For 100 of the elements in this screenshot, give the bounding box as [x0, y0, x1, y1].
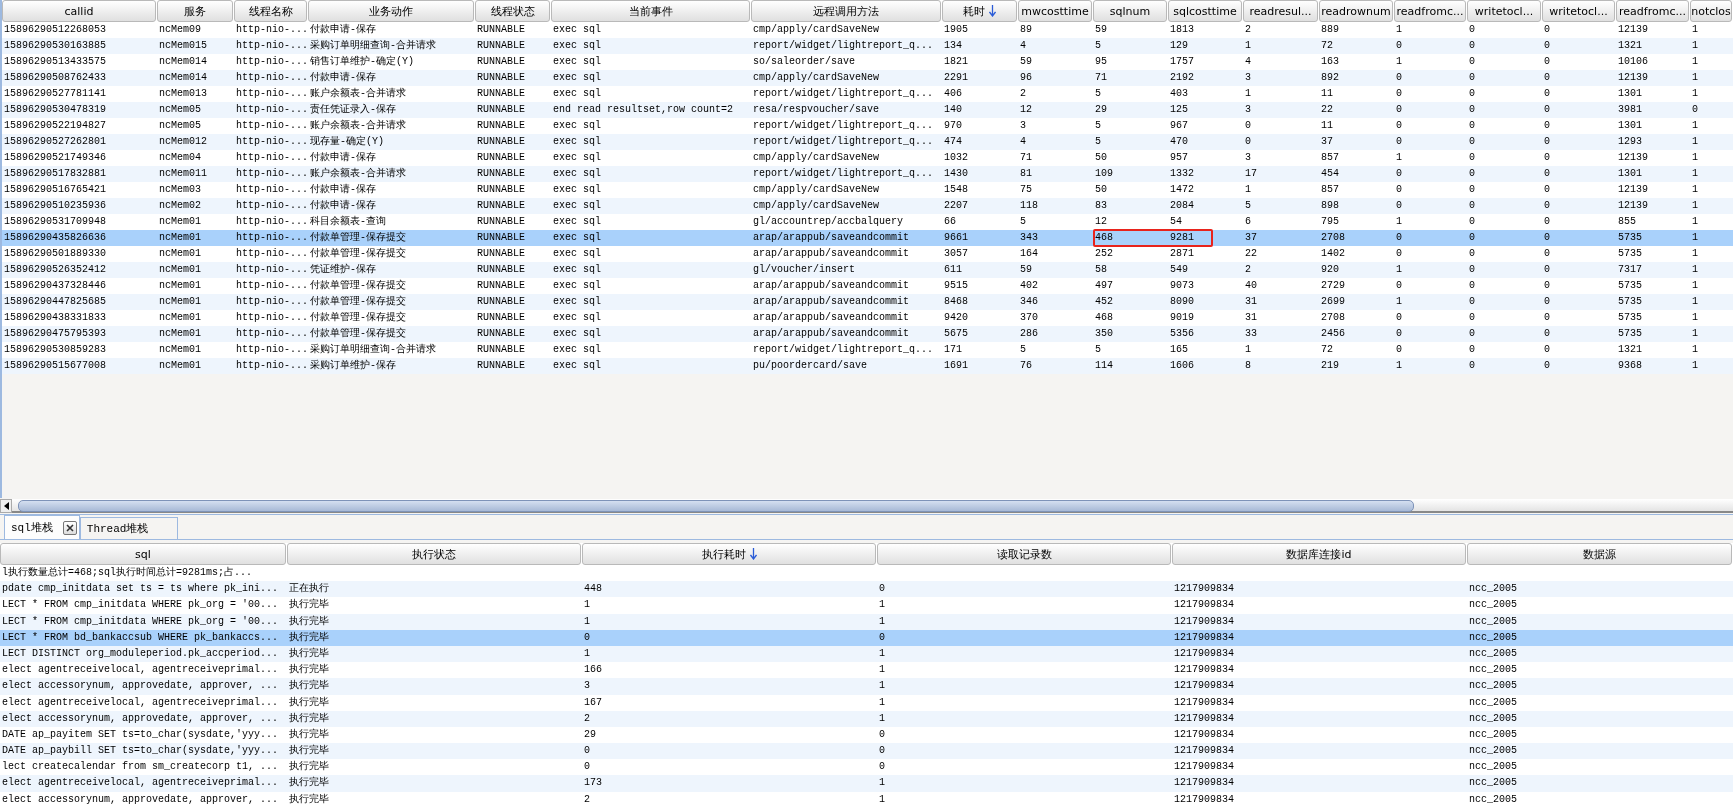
table-row[interactable]: 15896290530478319 ncMem05 http-nio-... 责任凭证录入-保存 RUNNABLE end read resultset,row count=2 resa/respvoucher/save 140 12 29 125 3 22 0 0 0 3981 0: [2, 102, 1733, 118]
column-header[interactable]: 当前事件: [551, 0, 750, 22]
table-row[interactable]: 15896290522194827 ncMem05 http-nio-... 账户余额表-合并请求 RUNNABLE exec sql report/widget/lightreport_q... 970 3 5 967 0 11 0 0 0 1301 1: [2, 118, 1733, 134]
scrollbar-thumb[interactable]: [18, 500, 1414, 512]
table-row[interactable]: 15896290501889330 ncMem01 http-nio-... 付款单管理-保存提交 RUNNABLE exec sql arap/arappub/saveandcommit 3057 164 252 2871 22 1402 0 0 0 5735 1: [2, 246, 1733, 262]
column-header[interactable]: mwcosttime: [1018, 0, 1092, 22]
table-row[interactable]: 15896290513433575 ncMem014 http-nio-... 销售订单维护-确定(Y) RUNNABLE exec sql so/saleorder/save 1821 59 95 1757 4 163 1 0 0 10106 1: [2, 54, 1733, 70]
table-row[interactable]: 15896290527262801 ncMem012 http-nio-... 现存量-确定(Y) RUNNABLE exec sql report/widget/lightreport_q... 474 4 5 470 0 37 0 0 0 1293 1: [2, 134, 1733, 150]
table-row[interactable]: 15896290530163885 ncMem015 http-nio-... 采购订单明细查询-合并请求 RUNNABLE exec sql report/widget/lightreport_q... 134 4 5 129 1 72 0 0 0 1321 1: [2, 38, 1733, 54]
table-cell-text: elect agentreceivelocal, agentreceiveprimal...: [1, 776, 280, 791]
column-header[interactable]: sql: [0, 543, 286, 565]
table-row[interactable]: 15896290510235936 ncMem02 http-nio-... 付款申请-保存 RUNNABLE exec sql cmp/apply/cardSaveNew 2207 118 83 2084 5 898 0 0 0 12139 1: [2, 198, 1733, 214]
column-header[interactable]: 执行状态: [287, 543, 581, 565]
table-cell-text: 1: [1691, 343, 1699, 357]
column-header[interactable]: 服务: [157, 0, 233, 22]
column-header[interactable]: notclos: [1690, 0, 1732, 22]
table-cell-text: 1217909834: [1173, 760, 1235, 775]
table-row[interactable]: 15896290437328446 ncMem01 http-nio-... 付款单管理-保存提交 RUNNABLE exec sql arap/arappub/saveandcommit 9515 402 497 9073 40 2729 0 0 0 5735 1: [2, 278, 1733, 294]
table-cell-text: 2729: [1320, 279, 1346, 293]
table-cell-text: 1: [1691, 247, 1699, 261]
column-header[interactable]: sqlnum: [1093, 0, 1167, 22]
table-cell-text: 5: [1094, 135, 1102, 149]
table-cell-text: 1606: [1169, 359, 1195, 373]
table-cell-text: 0: [1543, 119, 1551, 133]
table-cell-text: exec sql: [552, 87, 602, 101]
table-cell-text: 15896290475795393: [3, 327, 108, 341]
table-row[interactable]: 15896290512268053 ncMem09 http-nio-... 付款申请-保存 RUNNABLE exec sql cmp/apply/cardSaveNew 1905 89 59 1813 2 889 1 0 0 12139 1: [2, 22, 1733, 38]
table-cell-text: http-nio-...: [235, 263, 308, 277]
table-cell-text: 1548: [943, 183, 969, 197]
table-row[interactable]: 15896290517832881 ncMem011 http-nio-... 账户余额表-合并请求 RUNNABLE exec sql report/widget/lightreport_q... 1430 81 109 1332 17 454 0 0 0 1301 1: [2, 166, 1733, 182]
table-row[interactable]: elect accessorynum, approvedate, approver, ... 执行完毕 3 1 1217909834 ncc_2005: [0, 678, 1733, 695]
table-cell-text: 59: [1094, 23, 1108, 37]
table-cell-text: ncc_2005: [1468, 695, 1518, 710]
table-row[interactable]: 15896290435826636 ncMem01 http-nio-... 付款单管理-保存提交 RUNNABLE exec sql arap/arappub/saveandcommit 9661 343 468 9281 37 2708 0 0 0 5735 1: [2, 230, 1733, 246]
column-header[interactable]: 耗时: [942, 0, 1017, 22]
column-header[interactable]: writetocl...: [1542, 0, 1615, 22]
table-row[interactable]: 15896290447825685 ncMem01 http-nio-... 付款单管理-保存提交 RUNNABLE exec sql arap/arappub/saveandcommit 8468 346 452 8090 31 2699 1 0 0 5735 1: [2, 294, 1733, 310]
table-cell-text: 5: [1094, 39, 1102, 53]
table-cell-text: 0: [1543, 135, 1551, 149]
table-row[interactable]: 15896290521749346 ncMem04 http-nio-... 付款申请-保存 RUNNABLE exec sql cmp/apply/cardSaveNew 1032 71 50 957 3 857 1 0 0 12139 1: [2, 150, 1733, 166]
table-cell-text: 0: [1395, 103, 1403, 117]
table-cell-text: http-nio-...: [235, 55, 308, 69]
column-header[interactable]: 数据库连接id: [1172, 543, 1466, 565]
column-header[interactable]: 数据源: [1467, 543, 1732, 565]
table-cell-text: exec sql: [552, 71, 602, 85]
column-header[interactable]: 执行耗时: [582, 543, 876, 565]
table-cell-text: 账户余额表-合并请求: [309, 166, 407, 181]
table-cell-text: 2: [583, 792, 591, 807]
column-header[interactable]: readfromc...: [1616, 0, 1689, 22]
table-row[interactable]: 15896290475795393 ncMem01 http-nio-... 付款单管理-保存提交 RUNNABLE exec sql arap/arappub/saveandcommit 5675 286 350 5356 33 2456 0 0 0 5735 1: [2, 326, 1733, 342]
table-cell-text: arap/arappub/saveandcommit: [752, 247, 911, 261]
table-cell-text: 15896290522194827: [3, 119, 108, 133]
table-cell-text: 66: [943, 215, 957, 229]
table-row[interactable]: 15896290508762433 ncMem014 http-nio-... 付款申请-保存 RUNNABLE exec sql cmp/apply/cardSaveNew 2291 96 71 2192 3 892 0 0 0 12139 1: [2, 70, 1733, 86]
down-arrow-icon: [749, 548, 757, 560]
table-row[interactable]: 15896290515677008 ncMem01 http-nio-... 采购订单维护-保存 RUNNABLE exec sql pu/poordercard/save 1691 76 114 1606 8 219 1 0 0 9368 1: [2, 358, 1733, 374]
column-header[interactable]: readresul...: [1243, 0, 1318, 22]
table-cell-text: http-nio-...: [235, 231, 308, 245]
table-cell-text: 3: [1244, 151, 1252, 165]
table-cell-text: 15896290527262801: [3, 135, 108, 149]
column-header[interactable]: writetocl...: [1467, 0, 1541, 22]
table-row[interactable]: 15896290531709948 ncMem01 http-nio-... 科目余额表-查询 RUNNABLE exec sql gl/accountrep/accbalquery 66 5 12 54 6 795 1 0 0 855 1: [2, 214, 1733, 230]
table-row[interactable]: 15896290530859283 ncMem01 http-nio-... 采购订单明细查询-合并请求 RUNNABLE exec sql report/widget/lightreport_q... 171 5 5 165 1 72 0 0 0 1321 1: [2, 342, 1733, 358]
column-header[interactable]: 远程调用方法: [751, 0, 941, 22]
column-header[interactable]: readrownum: [1319, 0, 1393, 22]
tab[interactable]: sql堆栈: [4, 515, 80, 539]
close-button[interactable]: [62, 520, 77, 535]
table-cell-text: 0: [1543, 87, 1551, 101]
column-header[interactable]: readfromc...: [1394, 0, 1466, 22]
scroll-left-button[interactable]: [0, 499, 12, 513]
table-cell-text: ncc_2005: [1468, 646, 1518, 661]
table-row[interactable]: 15896290516765421 ncMem03 http-nio-... 付款申请-保存 RUNNABLE exec sql cmp/apply/cardSaveNew 1548 75 50 1472 1 857 0 0 0 12139 1: [2, 182, 1733, 198]
table-cell-text: arap/arappub/saveandcommit: [752, 311, 911, 325]
table-cell-text: 8090: [1169, 295, 1195, 309]
table-cell-text: 采购订单维护-保存: [309, 358, 397, 373]
table-row[interactable]: elect agentreceivelocal, agentreceiveprimal... 执行完毕 173 1 1217909834 ncc_2005: [0, 775, 1733, 792]
table-cell-text: 171: [943, 343, 963, 357]
column-header[interactable]: 业务动作: [308, 0, 474, 22]
column-header[interactable]: sqlcosttime: [1168, 0, 1242, 22]
table-row[interactable]: 15896290438331833 ncMem01 http-nio-... 付款单管理-保存提交 RUNNABLE exec sql arap/arappub/saveandcommit 9420 370 468 9019 31 2708 0 0 0 5735 1: [2, 310, 1733, 326]
table-cell-text: 0: [1543, 231, 1551, 245]
table-cell-text: 22: [1320, 103, 1334, 117]
tab[interactable]: Thread堆栈: [79, 517, 178, 539]
table-cell-text: 54: [1169, 215, 1183, 229]
table-cell-text: 1: [1691, 135, 1699, 149]
table-row[interactable]: 15896290527781141 ncMem013 http-nio-... 账户余额表-合并请求 RUNNABLE exec sql report/widget/lightreport_q... 406 2 5 403 1 11 0 0 0 1301 1: [2, 86, 1733, 102]
column-header[interactable]: 读取记录数: [877, 543, 1171, 565]
table-cell-text: 1: [1691, 151, 1699, 165]
table-cell-text: ncMem01: [158, 327, 202, 341]
column-header[interactable]: 线程名称: [234, 0, 307, 22]
table-cell-text: 2084: [1169, 199, 1195, 213]
column-header[interactable]: callid: [2, 0, 156, 22]
table-row[interactable]: DATE ap_paybill SET ts=to_char(sysdate,'yyy... 执行完毕 0 0 1217909834 ncc_2005: [0, 743, 1733, 760]
table-cell-text: 59: [1019, 263, 1033, 277]
table-row[interactable]: 15896290526352412 ncMem01 http-nio-... 凭证维护-保存 RUNNABLE exec sql gl/voucher/insert 611 59 58 549 2 920 1 0 0 7317 1: [2, 262, 1733, 278]
table-cell-text: 9368: [1617, 359, 1643, 373]
table-cell-text: 付款单管理-保存提交: [309, 230, 407, 245]
table-row[interactable]: pdate cmp_initdata set ts = ts where pk_ini... 正在执行 448 0 1217909834 ncc_2005: [0, 581, 1733, 598]
column-header[interactable]: 线程状态: [475, 0, 550, 22]
table-cell-text: 1: [583, 614, 591, 629]
